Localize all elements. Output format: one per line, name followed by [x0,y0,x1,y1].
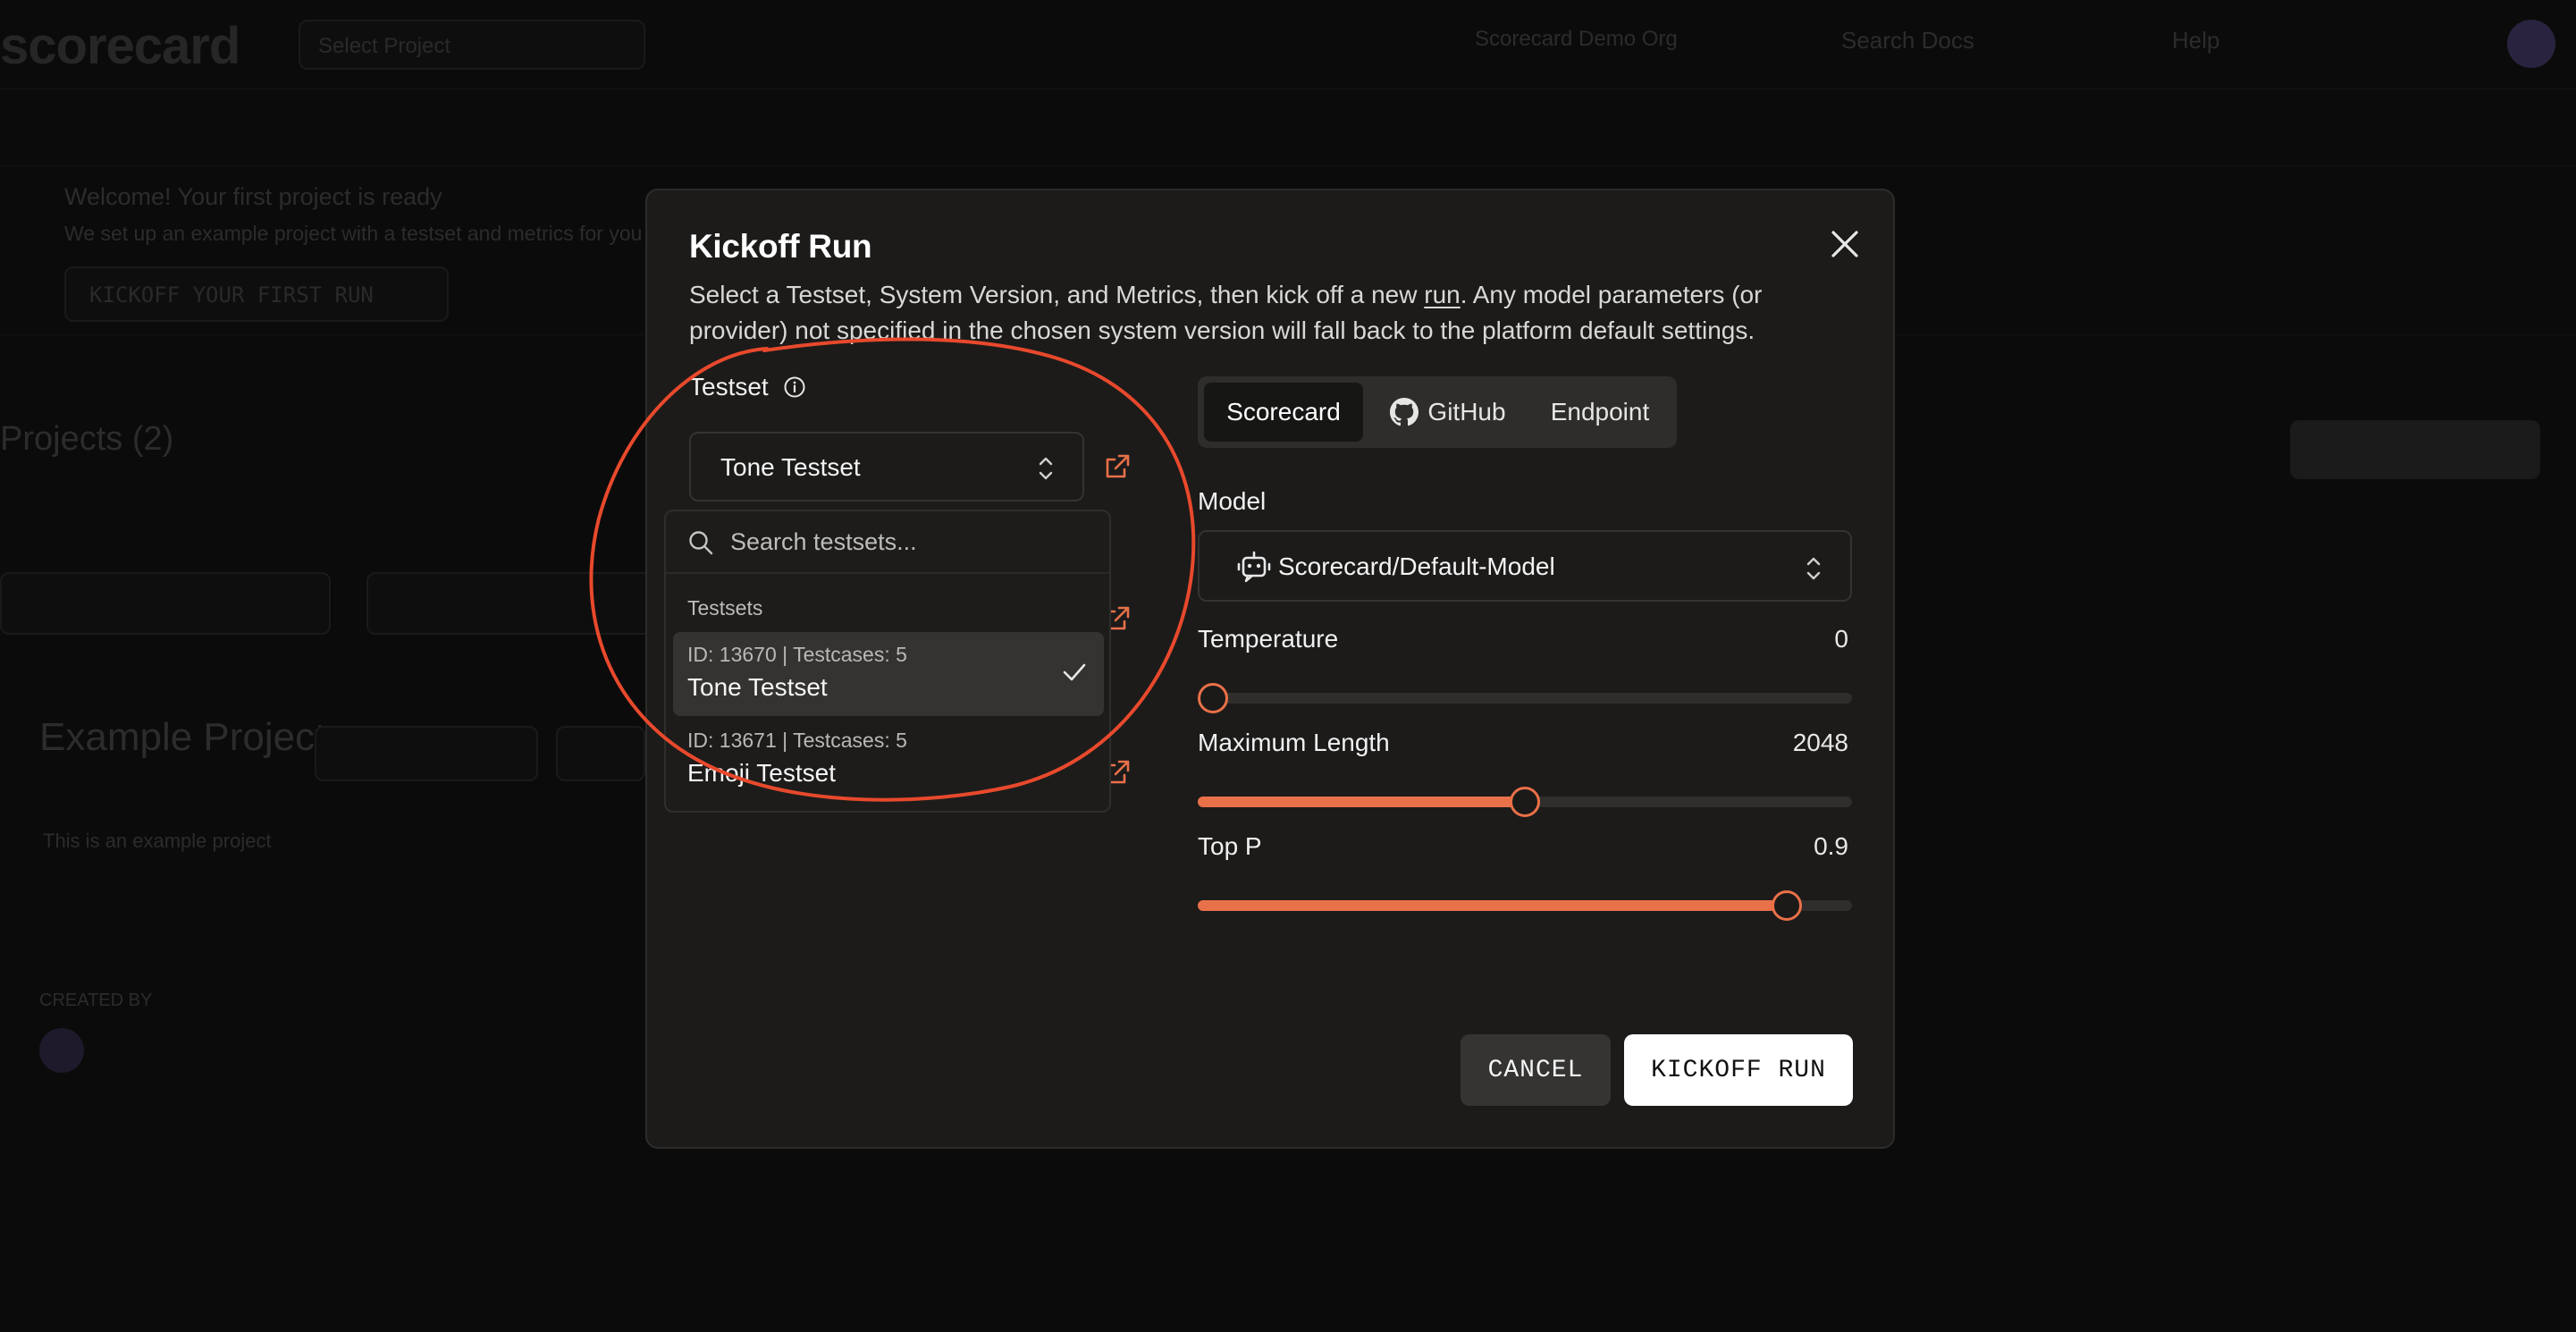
testset-selected-value: Tone Testset [720,453,861,481]
chevron-up-down-icon [1806,557,1821,580]
model-selected-value: Scorecard/Default-Model [1278,552,1555,580]
chevron-up-down-icon [1039,457,1053,480]
project-selector-label: Select Project [318,34,451,58]
option-meta: ID: 13671 | Testcases: 5 [687,729,907,752]
robot-icon [1237,551,1271,583]
model-label: Model [1198,487,1267,515]
max-length-value: 2048 [1792,729,1848,756]
banner-kickoff-button[interactable]: KICKOFF YOUR FIRST RUN [64,266,449,322]
github-icon [1390,398,1419,426]
check-icon [1063,663,1086,681]
system-source-tabs: Scorecard GitHub Endpoint [1198,376,1677,448]
testset-search [666,511,1109,574]
slider-thumb[interactable] [1510,787,1540,817]
temperature-value: 0 [1834,625,1848,653]
tab-github-label: GitHub [1427,398,1506,426]
cancel-button[interactable]: CANCEL [1461,1034,1611,1106]
slider-thumb[interactable] [1771,890,1802,921]
temperature-slider[interactable] [1198,683,1852,713]
testset-select[interactable]: Tone Testset [689,432,1084,502]
top-p-value: 0.9 [1814,832,1848,860]
help-button[interactable]: Help [2172,27,2219,55]
modal-title: Kickoff Run [689,228,872,265]
created-by-label: CREATED BY [39,991,153,1010]
option-name: Tone Testset [687,673,828,701]
creator-avatar [39,1028,84,1073]
banner-subtitle: We set up an example project with a test… [64,222,643,245]
kickoff-run-button[interactable]: KICKOFF RUN [1624,1034,1853,1106]
project-card-title: Example Project [39,715,326,759]
testset-option[interactable]: ID: 13670 | Testcases: 5 Tone Testset [673,632,1104,716]
project-selector[interactable]: Select Project [299,20,645,70]
group-label: Testsets [687,596,763,620]
info-icon[interactable] [783,375,806,399]
close-button[interactable] [1823,222,1867,266]
app-logo: scorecard [0,17,240,75]
slider-thumb[interactable] [1198,683,1228,713]
search-icon [689,531,713,555]
slider-fill [1198,797,1525,807]
tab-github[interactable]: GitHub [1376,383,1520,442]
testset-label: Testset [689,373,806,401]
option-name: Emoji Testset [687,759,836,787]
temperature-label: Temperature [1198,625,1339,653]
search-input[interactable] [728,522,1086,561]
description-text-1: Select a Testset, System Version, and Me… [689,281,1425,308]
new-project-button[interactable] [2290,420,2540,479]
option-meta: ID: 13670 | Testcases: 5 [687,643,907,666]
external-link-icon[interactable] [1103,452,1132,481]
tab-endpoint[interactable]: Endpoint [1528,383,1671,442]
model-select[interactable]: Scorecard/Default-Model [1198,530,1852,602]
tab-endpoint-label: Endpoint [1550,398,1650,426]
kickoff-run-modal: Kickoff Run Select a Testset, System Ver… [645,189,1895,1149]
close-icon [1831,231,1858,257]
user-avatar[interactable] [2507,20,2555,68]
tab-scorecard[interactable]: Scorecard [1204,383,1363,442]
testset-label-text: Testset [689,373,769,400]
search-docs-button[interactable]: Search Docs [1841,27,1974,55]
max-length-label: Maximum Length [1198,729,1390,756]
testset-option[interactable]: ID: 13671 | Testcases: 5 Emoji Testset [673,718,1104,802]
project-card-subtitle: This is an example project [43,830,272,852]
projects-heading: Projects (2) [0,420,174,458]
max-length-slider[interactable] [1198,787,1852,817]
top-p-slider[interactable] [1198,890,1852,921]
sort-filter[interactable] [0,572,331,635]
modal-description: Select a Testset, System Version, and Me… [689,277,1842,349]
org-switcher[interactable]: Scorecard Demo Org [1475,27,1678,52]
testset-dropdown: Testsets ID: 13670 | Testcases: 5 Tone T… [664,510,1111,813]
slider-fill [1198,900,1787,911]
project-search[interactable] [366,572,688,635]
run-link[interactable]: run [1424,281,1460,308]
top-p-label: Top P [1198,832,1262,860]
view-details-chip[interactable] [315,726,538,781]
tab-scorecard-label: Scorecard [1226,398,1341,426]
banner-title: Welcome! Your first project is ready [64,183,442,210]
runs-chip[interactable] [556,726,645,781]
banner-kickoff-label: KICKOFF YOUR FIRST RUN [89,282,374,308]
